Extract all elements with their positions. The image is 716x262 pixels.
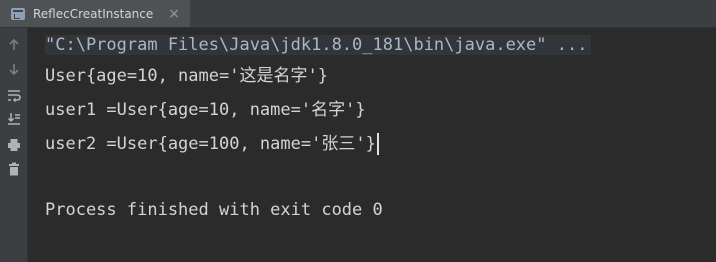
scroll-to-end-icon[interactable] (5, 110, 22, 127)
run-config-icon (10, 6, 26, 22)
tab-label: ReflecCreatInstance (33, 6, 154, 21)
arrow-up-icon[interactable] (5, 36, 22, 53)
trash-icon[interactable] (5, 160, 22, 177)
console-line-3: user2 =User{age=100, name='张三'} (45, 130, 379, 158)
console-line-1: User{age=10, name='这是名字'} (45, 66, 328, 86)
console-output[interactable]: "C:\Program Files\Java\jdk1.8.0_181\bin\… (28, 28, 716, 262)
console-line-exit: Process finished with exit code 0 (45, 200, 383, 220)
soft-wrap-icon[interactable] (5, 86, 22, 103)
tool-window-tabbar: ReflecCreatInstance × (0, 0, 716, 28)
print-icon[interactable] (5, 136, 22, 153)
arrow-down-icon[interactable] (5, 60, 22, 77)
close-icon[interactable]: × (168, 7, 180, 21)
console-line-2: user1 =User{age=10, name='名字'} (45, 100, 366, 120)
console-toolbar (0, 28, 28, 262)
text-caret (376, 133, 379, 155)
console-line-command: "C:\Program Files\Java\jdk1.8.0_181\bin\… (45, 31, 592, 59)
tab-reflec-creat-instance[interactable]: ReflecCreatInstance × (0, 0, 190, 27)
